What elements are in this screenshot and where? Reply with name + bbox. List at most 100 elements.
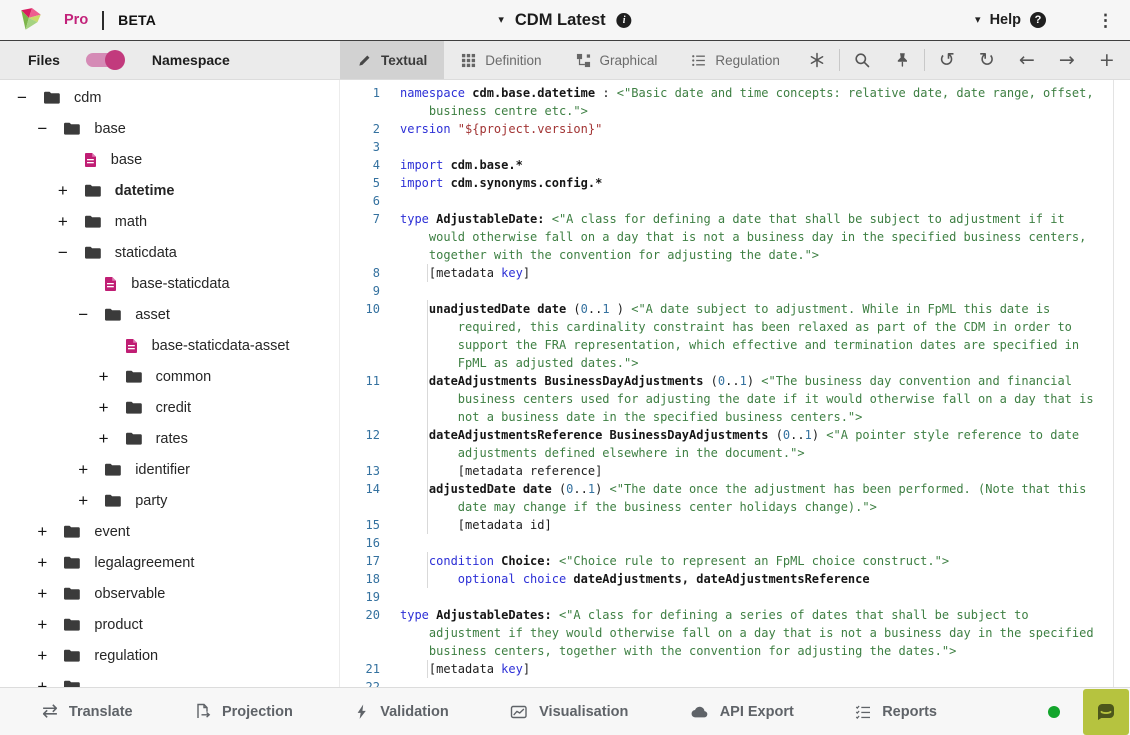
plus-expander-icon[interactable]: +: [34, 647, 50, 664]
code-line-7[interactable]: 7type AdjustableDate: <"A class for defi…: [340, 210, 1130, 264]
tree-item-identifier[interactable]: +identifier: [0, 454, 339, 485]
translate-button[interactable]: ⇄Translate: [42, 702, 133, 721]
tree-item-base-staticdata[interactable]: base-staticdata: [0, 268, 339, 299]
search-button[interactable]: [842, 45, 882, 75]
code-line-14[interactable]: 14 adjustedDate date (0..1) <"The date o…: [340, 480, 1130, 516]
folder-icon: [43, 90, 60, 105]
tree-item-event[interactable]: +event: [0, 516, 339, 547]
plus-expander-icon[interactable]: +: [96, 430, 112, 447]
code-line-2[interactable]: 2version "${project.version}": [340, 120, 1130, 138]
tree-item-regulation[interactable]: +regulation: [0, 640, 339, 671]
tree-item-observable[interactable]: + observable: [0, 578, 339, 609]
code-line-9[interactable]: 9: [340, 282, 1130, 300]
plus-expander-icon[interactable]: +: [55, 182, 71, 199]
tree-item-datetime[interactable]: +datetime: [0, 175, 339, 206]
search-icon: [854, 52, 870, 68]
code-line-12[interactable]: 12 dateAdjustmentsReference BusinessDayA…: [340, 426, 1130, 462]
plus-expander-icon[interactable]: +: [75, 461, 91, 478]
tab-definition[interactable]: Definition: [444, 41, 558, 79]
code-line-18[interactable]: 18 optional choice dateAdjustments, date…: [340, 570, 1130, 588]
code-line-11[interactable]: 11 dateAdjustments BusinessDayAdjustment…: [340, 372, 1130, 426]
code-editor[interactable]: 1namespace cdm.base.datetime : <"Basic d…: [340, 80, 1130, 687]
plus-expander-icon[interactable]: +: [96, 399, 112, 416]
tree-item-staticdata[interactable]: −staticdata: [0, 237, 339, 268]
tree-item-asset[interactable]: −asset: [0, 299, 339, 330]
redo-icon: ↻: [979, 51, 995, 70]
tree-item-partial[interactable]: +: [0, 671, 339, 687]
tab-label: Graphical: [600, 53, 658, 68]
plus-expander-icon[interactable]: +: [34, 616, 50, 633]
forward-button[interactable]: →: [1047, 45, 1087, 75]
tree-item-product[interactable]: +product: [0, 609, 339, 640]
code-text: unadjustedDate date (0..1 ) <"A date sub…: [400, 300, 1079, 372]
tab-regulation[interactable]: Regulation: [674, 41, 797, 79]
api-export-button[interactable]: API Export: [690, 702, 794, 721]
tree-item-base[interactable]: −base: [0, 113, 339, 144]
scrollbar-track[interactable]: [1113, 80, 1130, 687]
line-number: 14: [346, 480, 396, 498]
back-button[interactable]: ←: [1007, 45, 1047, 75]
code-line-1[interactable]: 1namespace cdm.base.datetime : <"Basic d…: [340, 84, 1130, 120]
code-line-20[interactable]: 20type AdjustableDates: <"A class for de…: [340, 606, 1130, 660]
visualisation-button[interactable]: Visualisation: [510, 702, 628, 721]
plus-expander-icon[interactable]: +: [34, 554, 50, 571]
code-line-3[interactable]: 3: [340, 138, 1130, 156]
code-line-19[interactable]: 19: [340, 588, 1130, 606]
code-line-6[interactable]: 6: [340, 192, 1130, 210]
help-menu[interactable]: Help: [990, 12, 1021, 28]
code-line-22[interactable]: 22: [340, 678, 1130, 687]
tree-item-base[interactable]: base: [0, 144, 339, 175]
pin-button[interactable]: [882, 45, 922, 75]
pin-icon: [894, 52, 910, 68]
projection-button[interactable]: Projection: [194, 702, 293, 721]
asterisk-button[interactable]: [797, 45, 837, 75]
tab-graphical[interactable]: Graphical: [559, 41, 675, 79]
tree-item-credit[interactable]: +credit: [0, 392, 339, 423]
plus-expander-icon[interactable]: +: [96, 368, 112, 385]
tree-item-base-staticdata-asset[interactable]: base-staticdata-asset: [0, 330, 339, 361]
files-namespace-toggle[interactable]: [86, 53, 122, 67]
tree-item-math[interactable]: +math: [0, 206, 339, 237]
footer-actions: ⇄Translate Projection Validation Visualisat…: [42, 702, 937, 721]
tree-item-rates[interactable]: +rates: [0, 423, 339, 454]
reports-button[interactable]: Reports: [855, 702, 937, 721]
tree-item-party[interactable]: +party: [0, 485, 339, 516]
question-mark-icon[interactable]: ?: [1030, 12, 1046, 28]
tab-textual[interactable]: Textual: [340, 41, 444, 79]
project-selector[interactable]: ▾ CDM Latest i: [498, 0, 631, 41]
undo-button[interactable]: ↺: [927, 45, 967, 75]
tree-item-legalagreement[interactable]: +legalagreement: [0, 547, 339, 578]
code-line-10[interactable]: 10 unadjustedDate date (0..1 ) <"A date …: [340, 300, 1130, 372]
code-line-15[interactable]: 15 [metadata id]: [340, 516, 1130, 534]
kebab-menu-icon[interactable]: ⋮: [1097, 12, 1114, 29]
plus-expander-icon[interactable]: +: [55, 213, 71, 230]
redo-button[interactable]: ↻: [967, 45, 1007, 75]
code-line-16[interactable]: 16: [340, 534, 1130, 552]
code-line-17[interactable]: 17 condition Choice: <"Choice rule to re…: [340, 552, 1130, 570]
info-icon[interactable]: i: [617, 13, 632, 28]
plus-expander-icon[interactable]: +: [34, 523, 50, 540]
tree-item-common[interactable]: +common: [0, 361, 339, 392]
minus-expander-icon[interactable]: −: [34, 120, 50, 137]
validation-button[interactable]: Validation: [354, 702, 449, 721]
chat-launcher-button[interactable]: [1083, 689, 1129, 735]
code-text: [metadata key]: [400, 264, 530, 282]
plus-expander-icon[interactable]: +: [75, 492, 91, 509]
minus-expander-icon[interactable]: −: [14, 89, 30, 106]
files-toggle-label[interactable]: Files: [28, 52, 60, 68]
tree-item-cdm[interactable]: −cdm: [0, 82, 339, 113]
minus-expander-icon[interactable]: −: [75, 306, 91, 323]
code-line-21[interactable]: 21 [metadata key]: [340, 660, 1130, 678]
code-line-4[interactable]: 4import cdm.base.*: [340, 156, 1130, 174]
namespace-toggle-label[interactable]: Namespace: [152, 52, 230, 68]
code-text: dateAdjustments BusinessDayAdjustments (…: [400, 372, 1094, 426]
line-number: 20: [346, 606, 396, 624]
plus-expander-icon[interactable]: +: [34, 585, 50, 602]
zoom-in-button[interactable]: +: [1087, 45, 1127, 75]
minus-expander-icon[interactable]: −: [55, 244, 71, 261]
code-line-8[interactable]: 8 [metadata key]: [340, 264, 1130, 282]
plus-expander-icon[interactable]: +: [34, 678, 50, 687]
tree-item-label: observable: [94, 586, 165, 602]
code-line-13[interactable]: 13 [metadata reference]: [340, 462, 1130, 480]
code-line-5[interactable]: 5import cdm.synonyms.config.*: [340, 174, 1130, 192]
